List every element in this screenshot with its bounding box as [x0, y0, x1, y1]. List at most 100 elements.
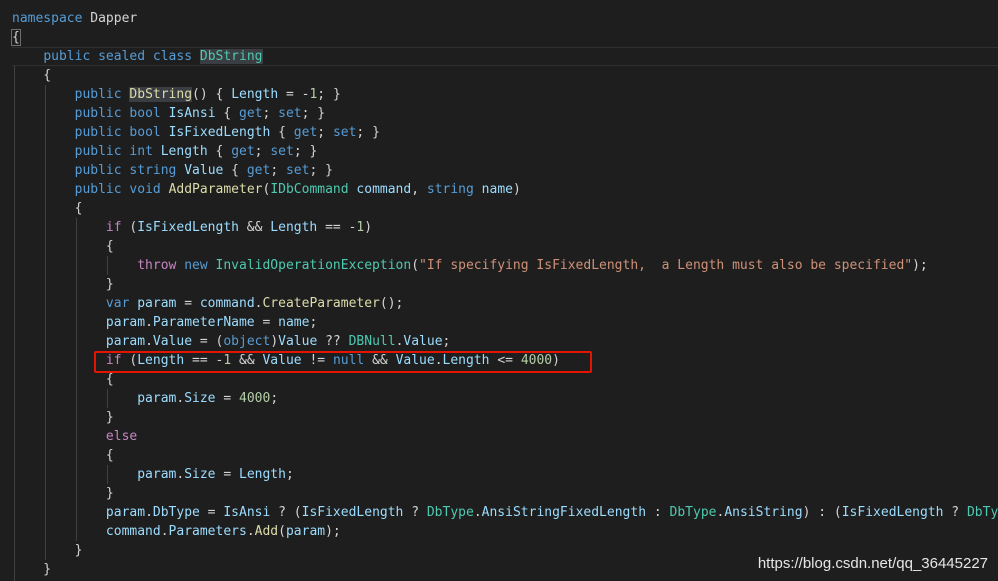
- code-token: ; }: [356, 125, 380, 140]
- code-token: throw: [137, 258, 177, 273]
- code-token: CreateParameter: [262, 296, 380, 311]
- code-line: public void AddParameter(IDbCommand comm…: [12, 180, 521, 199]
- code-token: if: [105, 220, 122, 235]
- code-token: ;: [270, 163, 286, 178]
- code-token: ): [364, 220, 373, 235]
- code-token: public: [74, 125, 122, 140]
- code-token: ??: [317, 334, 349, 349]
- code-token: object: [223, 334, 271, 349]
- code-token: IsFixedLength: [168, 125, 271, 140]
- code-token: void: [129, 182, 161, 197]
- code-line: if (IsFixedLength && Length == -1): [12, 218, 372, 237]
- code-token: ): [270, 334, 279, 349]
- code-token: .: [145, 315, 153, 330]
- code-token: ): [512, 182, 521, 197]
- code-line: var param = command.CreateParameter();: [12, 294, 403, 313]
- code-token: ; }: [301, 106, 326, 121]
- code-line: {: [11, 28, 21, 47]
- code-token: DbType: [669, 505, 717, 520]
- code-token: var: [105, 296, 130, 311]
- code-token: int: [129, 144, 153, 159]
- code-token: "If specifying IsFixedLength, a Length m…: [419, 258, 913, 273]
- code-token: AddParameter: [168, 182, 263, 197]
- code-token: command: [105, 524, 161, 539]
- code-token: {: [12, 201, 83, 216]
- code-token: string: [129, 163, 177, 178]
- code-token: {: [215, 106, 240, 121]
- code-token: {: [12, 372, 114, 387]
- code-line: public bool IsFixedLength { get; set; }: [12, 123, 380, 142]
- code-token: ) : (: [802, 505, 842, 520]
- code-token: get: [231, 144, 255, 159]
- code-line: {: [12, 199, 83, 218]
- code-token: Add: [254, 524, 279, 539]
- code-token: =: [215, 467, 239, 482]
- code-token: ; }: [309, 163, 333, 178]
- code-token: ;: [262, 106, 279, 121]
- code-token: public: [74, 144, 122, 159]
- code-line: public bool IsAnsi { get; set; }: [12, 104, 326, 123]
- code-token: bool: [129, 125, 161, 140]
- code-token: {: [12, 448, 114, 463]
- code-token: Size: [184, 391, 216, 406]
- code-line: param.DbType = IsAnsi ? (IsFixedLength ?…: [12, 503, 998, 522]
- code-token: command: [199, 296, 255, 311]
- code-token: }: [12, 543, 83, 558]
- code-token: DbString: [129, 87, 193, 102]
- code-token: ;: [285, 467, 294, 482]
- code-line: public int Length { get; set; }: [12, 142, 318, 161]
- code-token: get: [246, 163, 271, 178]
- code-token: =: [215, 391, 239, 406]
- code-token: AnsiStringFixedLength: [481, 505, 647, 520]
- code-token: name: [481, 182, 513, 197]
- code-token: IDbCommand: [270, 182, 349, 197]
- code-token: param: [105, 334, 146, 349]
- code-token: Length: [239, 467, 286, 482]
- code-editor[interactable]: namespace Dapper{ public sealed class Db…: [0, 0, 998, 581]
- code-token: ;: [442, 334, 451, 349]
- code-token: DbType: [966, 505, 998, 520]
- code-line: else: [12, 427, 137, 446]
- code-token: ?: [403, 505, 427, 520]
- code-token: {: [207, 144, 232, 159]
- code-token: Value: [403, 334, 443, 349]
- code-line: throw new InvalidOperationException("If …: [12, 256, 928, 275]
- code-token: IsAnsi: [168, 106, 216, 121]
- code-token: IsFixedLength: [841, 505, 944, 520]
- code-token: (: [411, 258, 420, 273]
- code-token: bool: [129, 106, 161, 121]
- code-token: DBNull: [348, 334, 396, 349]
- code-line: public sealed class DbString: [12, 47, 263, 66]
- code-token: ? (: [270, 505, 302, 520]
- code-token: =: [199, 505, 224, 520]
- code-line: }: [12, 408, 114, 427]
- code-token: IsAnsi: [223, 505, 271, 520]
- code-token: InvalidOperationException: [215, 258, 412, 273]
- code-token: ?: [943, 505, 967, 520]
- code-token: new: [184, 258, 208, 273]
- code-token: =: [254, 315, 279, 330]
- code-line: {: [12, 66, 51, 85]
- code-line: }: [12, 541, 83, 560]
- code-token: param: [137, 467, 177, 482]
- code-token: ();: [379, 296, 404, 311]
- code-token: public: [74, 163, 122, 178]
- code-line: param.Value = (object)Value ?? DBNull.Va…: [12, 332, 450, 351]
- code-token: public: [74, 87, 122, 102]
- code-token: else: [105, 429, 138, 444]
- code-token: &&: [238, 220, 271, 235]
- code-token: .: [145, 505, 153, 520]
